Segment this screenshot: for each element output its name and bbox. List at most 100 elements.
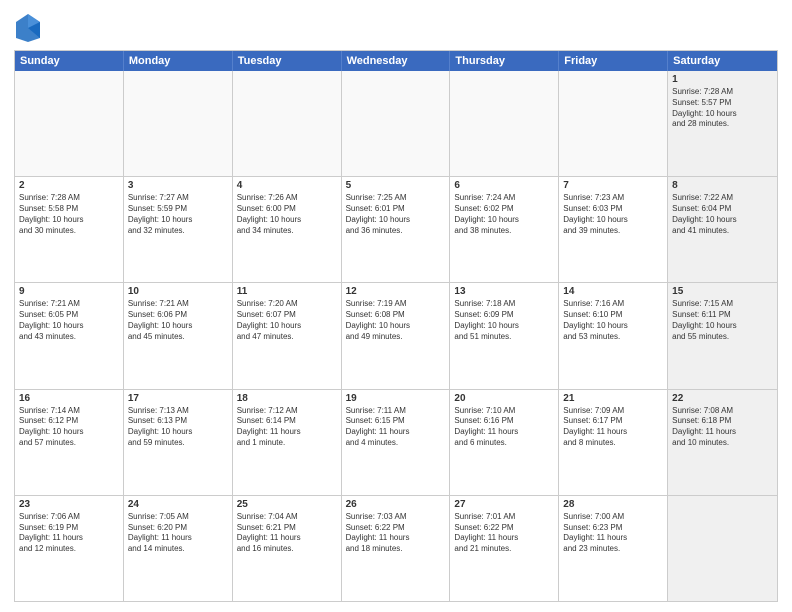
- cal-cell-w0d6: 1 Sunrise: 7:28 AM Sunset: 5:57 PM Daylig…: [668, 71, 777, 176]
- day-number: 1: [672, 74, 773, 85]
- logo: [14, 12, 42, 44]
- day-info: Sunrise: 7:28 AM Sunset: 5:57 PM Dayligh…: [672, 87, 773, 130]
- day-info: Sunrise: 7:13 AM Sunset: 6:13 PM Dayligh…: [128, 406, 228, 449]
- calendar-body: 1 Sunrise: 7:28 AM Sunset: 5:57 PM Daylig…: [15, 71, 777, 601]
- cal-cell-w2d5: 14 Sunrise: 7:16 AM Sunset: 6:10 PM Dayli…: [559, 283, 668, 388]
- logo-icon: [14, 12, 42, 44]
- day-info: Sunrise: 7:10 AM Sunset: 6:16 PM Dayligh…: [454, 406, 554, 449]
- cal-cell-w1d5: 7 Sunrise: 7:23 AM Sunset: 6:03 PM Daylig…: [559, 177, 668, 282]
- day-info: Sunrise: 7:03 AM Sunset: 6:22 PM Dayligh…: [346, 512, 446, 555]
- day-info: Sunrise: 7:26 AM Sunset: 6:00 PM Dayligh…: [237, 193, 337, 236]
- day-number: 7: [563, 180, 663, 191]
- cal-cell-w2d2: 11 Sunrise: 7:20 AM Sunset: 6:07 PM Dayli…: [233, 283, 342, 388]
- cal-cell-w0d3: [342, 71, 451, 176]
- day-number: 19: [346, 393, 446, 404]
- day-number: 16: [19, 393, 119, 404]
- cal-cell-w1d2: 4 Sunrise: 7:26 AM Sunset: 6:00 PM Daylig…: [233, 177, 342, 282]
- day-number: 25: [237, 499, 337, 510]
- day-number: 2: [19, 180, 119, 191]
- cal-cell-w4d6: [668, 496, 777, 601]
- day-number: 27: [454, 499, 554, 510]
- week-row-0: 1 Sunrise: 7:28 AM Sunset: 5:57 PM Daylig…: [15, 71, 777, 176]
- cal-cell-w1d0: 2Sunrise: 7:28 AM Sunset: 5:58 PM Daylig…: [15, 177, 124, 282]
- header-day-monday: Monday: [124, 51, 233, 71]
- cal-cell-w0d1: [124, 71, 233, 176]
- day-info: Sunrise: 7:25 AM Sunset: 6:01 PM Dayligh…: [346, 193, 446, 236]
- day-info: Sunrise: 7:08 AM Sunset: 6:18 PM Dayligh…: [672, 406, 773, 449]
- cal-cell-w2d6: 15 Sunrise: 7:15 AM Sunset: 6:11 PM Dayli…: [668, 283, 777, 388]
- day-info: Sunrise: 7:27 AM Sunset: 5:59 PM Dayligh…: [128, 193, 228, 236]
- cal-cell-w1d1: 3Sunrise: 7:27 AM Sunset: 5:59 PM Daylig…: [124, 177, 233, 282]
- day-number: 6: [454, 180, 554, 191]
- week-row-1: 2Sunrise: 7:28 AM Sunset: 5:58 PM Daylig…: [15, 176, 777, 282]
- cal-cell-w3d0: 16 Sunrise: 7:14 AM Sunset: 6:12 PM Dayli…: [15, 390, 124, 495]
- header-day-thursday: Thursday: [450, 51, 559, 71]
- day-number: 12: [346, 286, 446, 297]
- cal-cell-w3d4: 20 Sunrise: 7:10 AM Sunset: 6:16 PM Dayli…: [450, 390, 559, 495]
- cal-cell-w0d4: [450, 71, 559, 176]
- week-row-3: 16 Sunrise: 7:14 AM Sunset: 6:12 PM Dayli…: [15, 389, 777, 495]
- day-info: Sunrise: 7:16 AM Sunset: 6:10 PM Dayligh…: [563, 299, 663, 342]
- cal-cell-w3d6: 22 Sunrise: 7:08 AM Sunset: 6:18 PM Dayli…: [668, 390, 777, 495]
- day-info: Sunrise: 7:24 AM Sunset: 6:02 PM Dayligh…: [454, 193, 554, 236]
- day-info: Sunrise: 7:12 AM Sunset: 6:14 PM Dayligh…: [237, 406, 337, 449]
- day-info: Sunrise: 7:22 AM Sunset: 6:04 PM Dayligh…: [672, 193, 773, 236]
- day-info: Sunrise: 7:01 AM Sunset: 6:22 PM Dayligh…: [454, 512, 554, 555]
- day-info: Sunrise: 7:05 AM Sunset: 6:20 PM Dayligh…: [128, 512, 228, 555]
- day-info: Sunrise: 7:23 AM Sunset: 6:03 PM Dayligh…: [563, 193, 663, 236]
- day-info: Sunrise: 7:15 AM Sunset: 6:11 PM Dayligh…: [672, 299, 773, 342]
- day-info: Sunrise: 7:19 AM Sunset: 6:08 PM Dayligh…: [346, 299, 446, 342]
- day-number: 4: [237, 180, 337, 191]
- day-number: 13: [454, 286, 554, 297]
- day-info: Sunrise: 7:14 AM Sunset: 6:12 PM Dayligh…: [19, 406, 119, 449]
- cal-cell-w2d0: 9Sunrise: 7:21 AM Sunset: 6:05 PM Daylig…: [15, 283, 124, 388]
- cal-cell-w4d5: 28 Sunrise: 7:00 AM Sunset: 6:23 PM Dayli…: [559, 496, 668, 601]
- day-number: 11: [237, 286, 337, 297]
- cal-cell-w2d3: 12 Sunrise: 7:19 AM Sunset: 6:08 PM Dayli…: [342, 283, 451, 388]
- week-row-2: 9Sunrise: 7:21 AM Sunset: 6:05 PM Daylig…: [15, 282, 777, 388]
- header-day-sunday: Sunday: [15, 51, 124, 71]
- cal-cell-w3d5: 21Sunrise: 7:09 AM Sunset: 6:17 PM Dayli…: [559, 390, 668, 495]
- header: [14, 12, 778, 44]
- cal-cell-w1d3: 5 Sunrise: 7:25 AM Sunset: 6:01 PM Daylig…: [342, 177, 451, 282]
- day-info: Sunrise: 7:20 AM Sunset: 6:07 PM Dayligh…: [237, 299, 337, 342]
- cal-cell-w2d4: 13 Sunrise: 7:18 AM Sunset: 6:09 PM Dayli…: [450, 283, 559, 388]
- header-day-friday: Friday: [559, 51, 668, 71]
- cal-cell-w4d2: 25 Sunrise: 7:04 AM Sunset: 6:21 PM Dayli…: [233, 496, 342, 601]
- header-day-wednesday: Wednesday: [342, 51, 451, 71]
- day-info: Sunrise: 7:06 AM Sunset: 6:19 PM Dayligh…: [19, 512, 119, 555]
- day-number: 22: [672, 393, 773, 404]
- cal-cell-w3d2: 18Sunrise: 7:12 AM Sunset: 6:14 PM Dayli…: [233, 390, 342, 495]
- day-number: 10: [128, 286, 228, 297]
- cal-cell-w4d3: 26 Sunrise: 7:03 AM Sunset: 6:22 PM Dayli…: [342, 496, 451, 601]
- day-info: Sunrise: 7:11 AM Sunset: 6:15 PM Dayligh…: [346, 406, 446, 449]
- day-number: 15: [672, 286, 773, 297]
- day-number: 26: [346, 499, 446, 510]
- header-day-tuesday: Tuesday: [233, 51, 342, 71]
- cal-cell-w4d1: 24 Sunrise: 7:05 AM Sunset: 6:20 PM Dayli…: [124, 496, 233, 601]
- day-number: 28: [563, 499, 663, 510]
- day-number: 8: [672, 180, 773, 191]
- cal-cell-w1d6: 8 Sunrise: 7:22 AM Sunset: 6:04 PM Daylig…: [668, 177, 777, 282]
- day-info: Sunrise: 7:18 AM Sunset: 6:09 PM Dayligh…: [454, 299, 554, 342]
- day-info: Sunrise: 7:04 AM Sunset: 6:21 PM Dayligh…: [237, 512, 337, 555]
- day-info: Sunrise: 7:21 AM Sunset: 6:06 PM Dayligh…: [128, 299, 228, 342]
- day-number: 24: [128, 499, 228, 510]
- day-number: 9: [19, 286, 119, 297]
- day-number: 17: [128, 393, 228, 404]
- cal-cell-w3d1: 17 Sunrise: 7:13 AM Sunset: 6:13 PM Dayli…: [124, 390, 233, 495]
- day-info: Sunrise: 7:00 AM Sunset: 6:23 PM Dayligh…: [563, 512, 663, 555]
- cal-cell-w3d3: 19 Sunrise: 7:11 AM Sunset: 6:15 PM Dayli…: [342, 390, 451, 495]
- page: SundayMondayTuesdayWednesdayThursdayFrid…: [0, 0, 792, 612]
- day-number: 14: [563, 286, 663, 297]
- day-info: Sunrise: 7:09 AM Sunset: 6:17 PM Dayligh…: [563, 406, 663, 449]
- cal-cell-w0d0: [15, 71, 124, 176]
- week-row-4: 23 Sunrise: 7:06 AM Sunset: 6:19 PM Dayli…: [15, 495, 777, 601]
- calendar: SundayMondayTuesdayWednesdayThursdayFrid…: [14, 50, 778, 602]
- cal-cell-w4d0: 23 Sunrise: 7:06 AM Sunset: 6:19 PM Dayli…: [15, 496, 124, 601]
- day-number: 5: [346, 180, 446, 191]
- calendar-header: SundayMondayTuesdayWednesdayThursdayFrid…: [15, 51, 777, 71]
- day-number: 23: [19, 499, 119, 510]
- day-number: 20: [454, 393, 554, 404]
- header-day-saturday: Saturday: [668, 51, 777, 71]
